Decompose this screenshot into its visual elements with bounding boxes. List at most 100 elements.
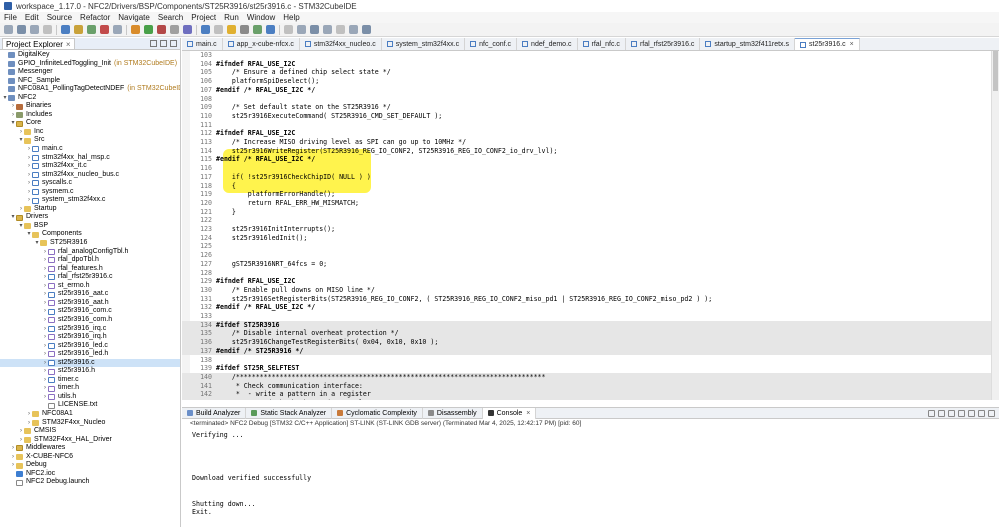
maximize-icon[interactable]: [988, 409, 995, 417]
tree-item[interactable]: › st25r3916_irq.c: [0, 325, 180, 334]
tree-item[interactable]: › st_errno.h: [0, 282, 180, 291]
terminate-icon[interactable]: [928, 409, 935, 417]
menu-item-navigate[interactable]: Navigate: [118, 13, 150, 22]
tree-item[interactable]: DigitalKey: [0, 51, 180, 60]
toolbar-button-icon[interactable]: [297, 25, 306, 34]
toolbar-button-icon[interactable]: [30, 25, 39, 34]
toolbar-button-icon[interactable]: [43, 25, 52, 34]
tree-item[interactable]: NFC_Sample: [0, 77, 180, 86]
toolbar-button-icon[interactable]: [253, 25, 262, 34]
console-output[interactable]: Verifying ... Download verified successfu…: [182, 427, 999, 527]
tree-item[interactable]: › timer.h: [0, 384, 180, 393]
toolbar-button-icon[interactable]: [61, 25, 70, 34]
project-explorer-tab[interactable]: Project Explorer ×: [2, 38, 75, 49]
tree-item[interactable]: › system_stm32f4xx.c: [0, 196, 180, 205]
menu-item-window[interactable]: Window: [247, 13, 275, 22]
tree-item[interactable]: › st25r3916_led.c: [0, 342, 180, 351]
tree-item[interactable]: LICENSE.txt: [0, 401, 180, 410]
editor-tab[interactable]: st25r3916.c ×: [795, 38, 860, 50]
tree-item[interactable]: › utils.h: [0, 393, 180, 402]
toolbar-button-icon[interactable]: [157, 25, 166, 34]
tree-item[interactable]: Messenger: [0, 68, 180, 77]
bottom-tab-disassembly[interactable]: Disassembly: [423, 407, 483, 419]
tree-item[interactable]: › rfal_analogConfigTbl.h: [0, 248, 180, 257]
editor-tab[interactable]: rfal_rfst25r3916.c: [626, 38, 701, 50]
close-icon[interactable]: ×: [850, 41, 854, 48]
editor-tab[interactable]: ndef_demo.c: [517, 38, 578, 50]
menu-item-search[interactable]: Search: [158, 13, 183, 22]
tree-item[interactable]: › timer.c: [0, 376, 180, 385]
tree-item[interactable]: › STM32F4xx_Nucleo: [0, 419, 180, 428]
view-menu-icon[interactable]: [170, 40, 177, 47]
tree-item[interactable]: › Binaries: [0, 102, 180, 111]
menu-item-project[interactable]: Project: [191, 13, 216, 22]
toolbar-button-icon[interactable]: [266, 25, 275, 34]
editor-tab[interactable]: nfc_conf.c: [465, 38, 518, 50]
toolbar-button-icon[interactable]: [74, 25, 83, 34]
editor-tab[interactable]: app_x-cube-nfcx.c: [223, 38, 300, 50]
tree-item[interactable]: › stm32f4xx_it.c: [0, 162, 180, 171]
toolbar-button-icon[interactable]: [183, 25, 192, 34]
tree-item[interactable]: › main.c: [0, 145, 180, 154]
pin-console-icon[interactable]: [968, 409, 975, 417]
scrollbar-thumb[interactable]: [993, 51, 998, 91]
toolbar-button-icon[interactable]: [144, 25, 153, 34]
tree-item[interactable]: › st25r3916.c: [0, 358, 180, 368]
tree-item[interactable]: › st25r3916_irq.h: [0, 333, 180, 342]
bottom-tab-cyclomatic-complexity[interactable]: Cyclomatic Complexity: [332, 407, 423, 419]
tree-item[interactable]: ▾ BSP: [0, 222, 180, 231]
editor-tab[interactable]: system_stm32f4xx.c: [382, 38, 466, 50]
tree-item[interactable]: ▾ Core: [0, 119, 180, 128]
bottom-tab-build-analyzer[interactable]: Build Analyzer: [182, 407, 247, 419]
menu-item-help[interactable]: Help: [283, 13, 299, 22]
tree-item[interactable]: › st25r3916_com.c: [0, 307, 180, 316]
code-editor[interactable]: 103 104 #ifndef RFAL_USE_I2C 105 /* Ensure …: [182, 51, 999, 400]
tree-item[interactable]: › CMSIS: [0, 427, 180, 436]
toolbar-button-icon[interactable]: [4, 25, 13, 34]
menu-item-run[interactable]: Run: [224, 13, 239, 22]
editor-tab[interactable]: main.c: [182, 38, 223, 50]
editor-vertical-scrollbar[interactable]: [991, 51, 999, 400]
editor-tab[interactable]: stm32f4xx_nucleo.c: [300, 38, 382, 50]
toolbar-button-icon[interactable]: [362, 25, 371, 34]
menu-item-edit[interactable]: Edit: [25, 13, 39, 22]
close-icon[interactable]: ×: [66, 40, 71, 49]
minimize-icon[interactable]: [978, 409, 985, 417]
tree-item[interactable]: ▾ Src: [0, 136, 180, 145]
tree-item[interactable]: › rfal_dpoTbl.h: [0, 256, 180, 265]
tree-item[interactable]: › X-CUBE-NFC6: [0, 453, 180, 462]
tree-item[interactable]: ▾ ST25R3916: [0, 239, 180, 248]
toolbar-button-icon[interactable]: [100, 25, 109, 34]
toolbar-button-icon[interactable]: [113, 25, 122, 34]
editor-tab[interactable]: startup_stm32f411retx.s: [700, 38, 795, 50]
tree-item[interactable]: › STM32F4xx_HAL_Driver: [0, 436, 180, 445]
tree-item[interactable]: › stm32f4xx_hal_msp.c: [0, 154, 180, 163]
toolbar-button-icon[interactable]: [310, 25, 319, 34]
tree-item[interactable]: › syscalls.c: [0, 179, 180, 188]
tree-item[interactable]: › NFC08A1: [0, 410, 180, 419]
tree-item[interactable]: ▾ NFC2: [0, 94, 180, 103]
menu-item-file[interactable]: File: [4, 13, 17, 22]
tree-item[interactable]: › Includes: [0, 111, 180, 120]
toolbar-button-icon[interactable]: [87, 25, 96, 34]
toolbar-button-icon[interactable]: [323, 25, 332, 34]
tree-item[interactable]: › sysmem.c: [0, 188, 180, 197]
tree-item[interactable]: NFC2.ioc: [0, 470, 180, 479]
menu-item-refactor[interactable]: Refactor: [80, 13, 110, 22]
tree-item[interactable]: › Debug: [0, 461, 180, 470]
collapse-all-icon[interactable]: [150, 40, 157, 47]
tree-item[interactable]: › rfal_rfst25r3916.c: [0, 273, 180, 282]
tree-item[interactable]: › st25r3916.h: [0, 367, 180, 376]
toolbar-button-icon[interactable]: [336, 25, 345, 34]
tree-item[interactable]: NFC2 Debug.launch: [0, 478, 180, 487]
tree-item[interactable]: › Middlewares: [0, 444, 180, 453]
remove-launch-icon[interactable]: [938, 409, 945, 417]
menu-item-source[interactable]: Source: [47, 13, 72, 22]
bottom-tab-console[interactable]: Console ×: [482, 407, 537, 419]
toolbar-button-icon[interactable]: [170, 25, 179, 34]
tree-item[interactable]: › stm32f4xx_nucleo_bus.c: [0, 171, 180, 180]
close-icon[interactable]: ×: [526, 410, 530, 417]
scroll-lock-icon[interactable]: [958, 409, 965, 417]
toolbar-button-icon[interactable]: [131, 25, 140, 34]
toolbar-button-icon[interactable]: [201, 25, 210, 34]
